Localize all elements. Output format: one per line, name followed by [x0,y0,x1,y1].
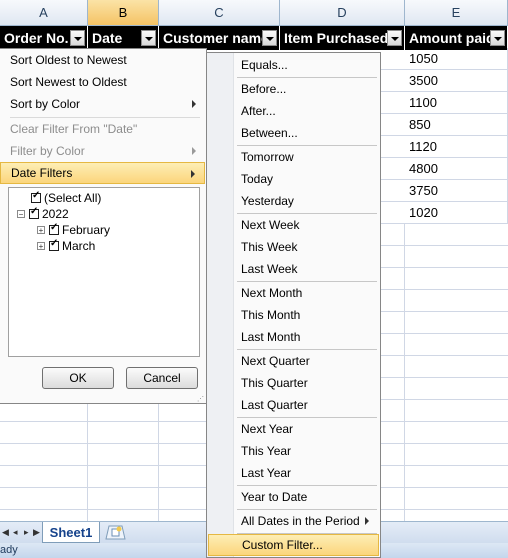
resize-grip-icon[interactable]: ⋰ [197,395,204,403]
menu-item-next-week[interactable]: Next Week [234,214,379,236]
tree-item-month[interactable]: + March [37,238,95,254]
column-header-e[interactable]: E [405,0,508,26]
checkbox-checked-icon[interactable] [49,222,59,235]
filter-by-color-label: Filter by Color [10,144,85,158]
sort-by-color[interactable]: Sort by Color [0,93,205,115]
menu-item-year-to-date[interactable]: Year to Date [234,486,379,508]
submenu-arrow-icon [365,517,369,525]
tree-item-year[interactable]: − 2022 [17,206,69,222]
column-header-c[interactable]: C [159,0,280,26]
filter-by-color: Filter by Color [0,140,205,162]
menu-item-today[interactable]: Today [234,168,379,190]
menu-item-between[interactable]: Between... [234,122,379,144]
amount-cell[interactable]: 1020 [405,202,508,224]
menu-item-equals[interactable]: Equals... [234,54,379,76]
menu-item-next-month[interactable]: Next Month [234,282,379,304]
filter-dropdown-button[interactable] [490,30,505,46]
tree-month-label: March [62,239,96,253]
select-all-label: (Select All) [44,191,102,205]
menu-item-last-year[interactable]: Last Year [234,462,379,484]
header-amount-paid-label: Amount paid [409,30,495,46]
all-dates-label: All Dates in the Period [241,514,360,528]
expand-icon[interactable]: + [37,242,45,251]
date-filters-submenu: Equals... Before... After... Between... … [206,52,381,558]
first-sheet-icon[interactable]: ◀ [2,527,12,539]
header-order-no-label: Order No. [4,30,69,46]
expand-icon[interactable]: + [37,226,45,235]
menu-item-yesterday[interactable]: Yesterday [234,190,379,212]
menu-item-after[interactable]: After... [234,100,379,122]
menu-item-all-dates-in-period[interactable]: All Dates in the Period [234,510,379,532]
menu-item-before[interactable]: Before... [234,78,379,100]
menu-item-this-month[interactable]: This Month [234,304,379,326]
tree-item-month[interactable]: + February [37,222,110,238]
filter-value-tree[interactable]: (Select All) − 2022 + February + March [8,187,200,357]
amount-cell[interactable]: 3500 [405,70,508,92]
header-item-purchased-label: Item Purchased [284,30,389,46]
menu-item-next-year[interactable]: Next Year [234,418,379,440]
menu-item-this-week[interactable]: This Week [234,236,379,258]
header-order-no: Order No. [0,26,88,50]
header-date: Date [88,26,159,50]
menu-item-last-quarter[interactable]: Last Quarter [234,394,379,416]
grid-area-right [380,48,405,224]
autofilter-panel: Sort Oldest to Newest Sort Newest to Old… [0,48,207,404]
header-amount-paid: Amount paid [405,26,508,50]
menu-gutter [207,53,234,557]
tree-month-label: February [62,223,111,237]
amount-cell[interactable]: 1050 [405,48,508,70]
menu-item-tomorrow[interactable]: Tomorrow [234,146,379,168]
submenu-arrow-icon [191,170,195,178]
filter-dropdown-button-date[interactable] [141,30,156,46]
amount-cell[interactable]: 850 [405,114,508,136]
checkbox-checked-icon[interactable] [31,190,41,203]
insert-sheet-icon[interactable] [104,524,126,540]
checkbox-checked-icon[interactable] [49,238,59,251]
submenu-arrow-icon [192,100,196,108]
filter-dropdown-button[interactable] [262,30,277,46]
date-filters-label: Date Filters [11,166,73,180]
header-item-purchased: Item Purchased [280,26,405,50]
menu-item-custom-filter[interactable]: Custom Filter... [208,534,379,556]
filter-dropdown-button[interactable] [70,30,85,46]
sort-by-color-label: Sort by Color [10,97,81,111]
amount-cell[interactable]: 4800 [405,158,508,180]
status-text: ady [0,544,18,556]
column-header-a[interactable]: A [0,0,88,26]
tree-year-label: 2022 [42,207,69,221]
amount-cell[interactable]: 1100 [405,92,508,114]
date-filters[interactable]: Date Filters [0,162,205,184]
sort-newest-to-oldest[interactable]: Sort Newest to Oldest [0,71,205,93]
header-date-label: Date [92,30,123,46]
clear-filter: Clear Filter From "Date" [10,122,138,136]
collapse-icon[interactable]: − [17,210,25,219]
sheet-tab-sheet1[interactable]: Sheet1 [42,522,100,543]
column-header-b[interactable]: B [88,0,159,26]
column-header-d[interactable]: D [280,0,405,26]
menu-item-last-month[interactable]: Last Month [234,326,379,348]
menu-item-next-quarter[interactable]: Next Quarter [234,350,379,372]
checkbox-checked-icon[interactable] [29,206,39,219]
submenu-arrow-icon [192,147,196,155]
menu-item-last-week[interactable]: Last Week [234,258,379,280]
amount-cell[interactable]: 3750 [405,180,508,202]
header-customer-name: Customer name [159,26,280,50]
header-customer-name-label: Customer name [163,30,269,46]
menu-item-this-quarter[interactable]: This Quarter [234,372,379,394]
amount-cell[interactable]: 1120 [405,136,508,158]
prev-sheet-icon[interactable]: ◂ [13,527,23,539]
sort-oldest-to-newest[interactable]: Sort Oldest to Newest [0,49,205,71]
menu-item-this-year[interactable]: This Year [234,440,379,462]
select-all-item[interactable]: (Select All) [31,190,101,206]
ok-button[interactable]: OK [42,367,114,389]
filter-dropdown-button[interactable] [387,30,402,46]
cancel-button[interactable]: Cancel [126,367,198,389]
